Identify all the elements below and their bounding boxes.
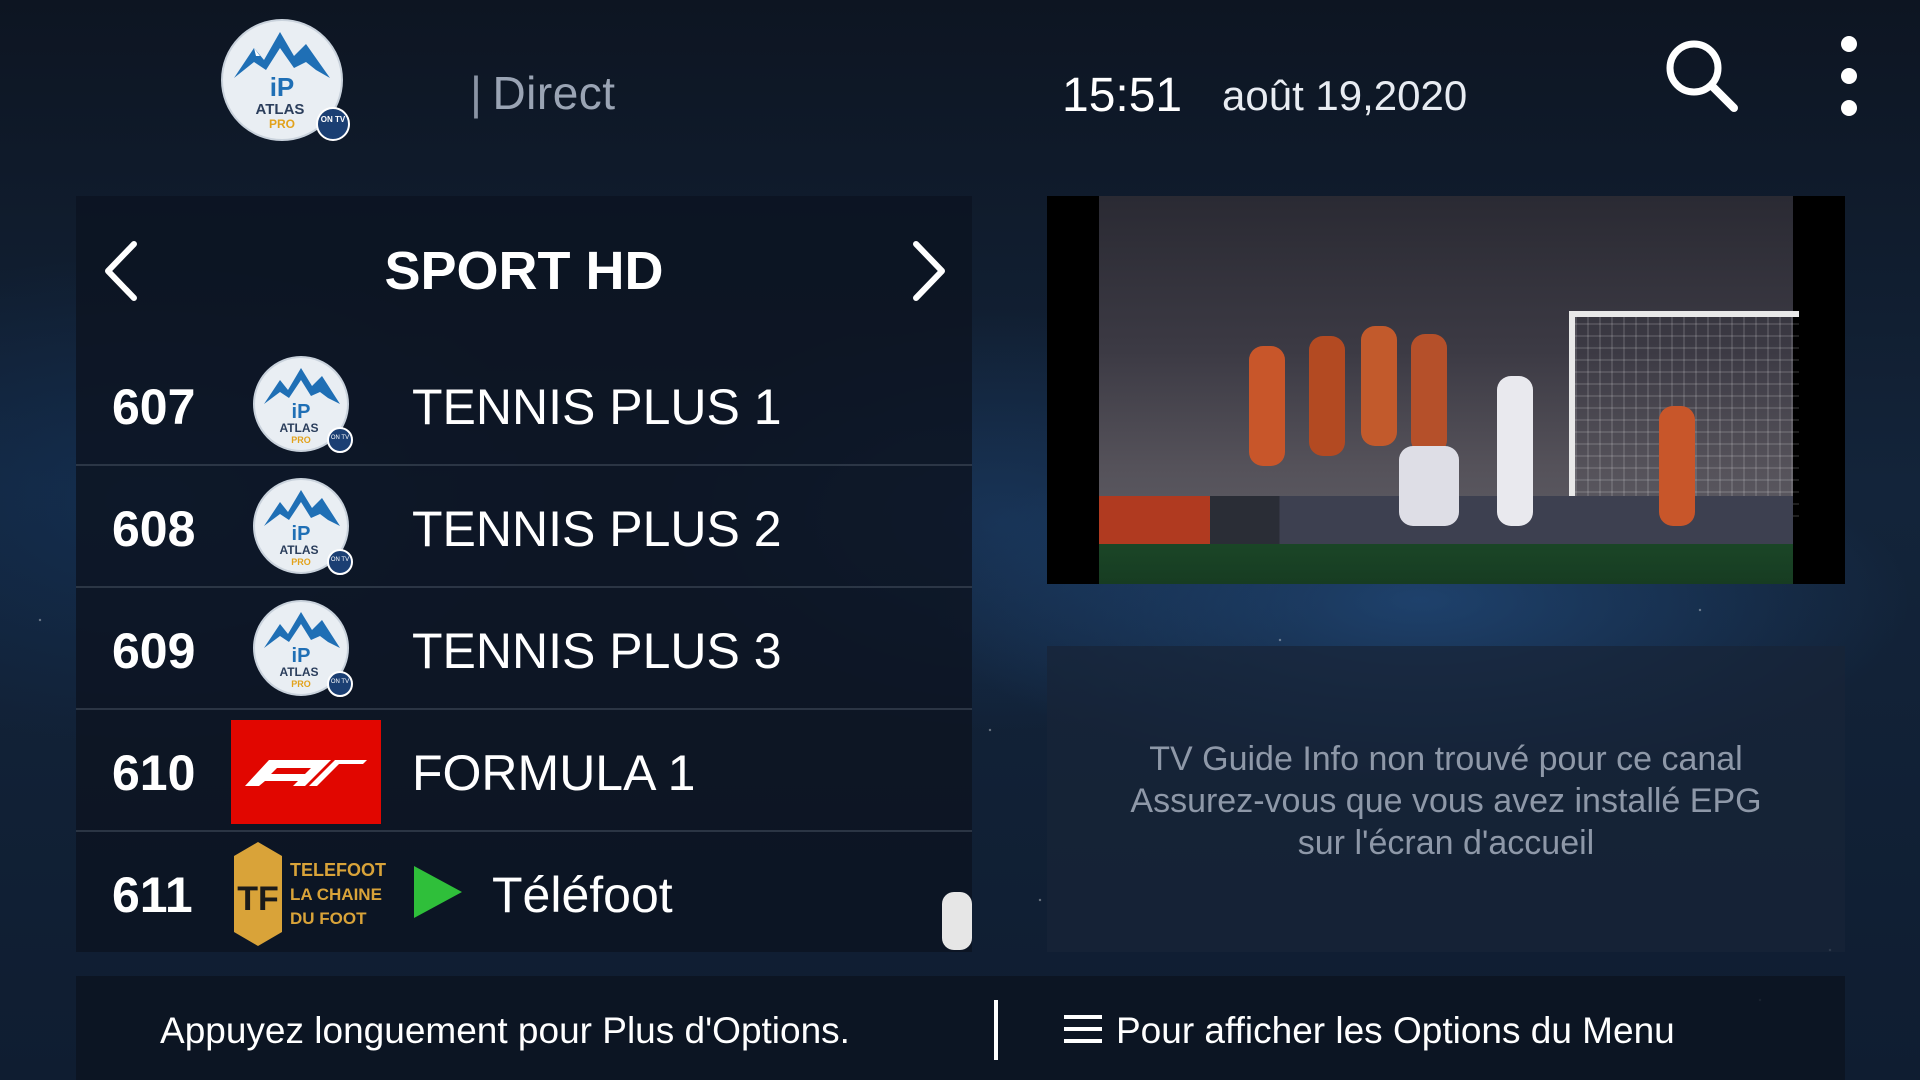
search-icon[interactable]: [1660, 36, 1740, 116]
svg-text:iP: iP: [292, 401, 311, 423]
epg-info-box: TV Guide Info non trouvé pour ce canal A…: [1047, 646, 1845, 952]
player-graphic: [1399, 446, 1459, 526]
atlas-pro-channel-logo-icon: iP ATLAS PRO ON TV: [253, 356, 353, 453]
channel-name: TENNIS PLUS 2: [412, 501, 782, 557]
channel-row[interactable]: 610 FORMULA 1: [76, 710, 972, 832]
svg-text:iP: iP: [292, 523, 311, 545]
svg-text:TF: TF: [237, 880, 279, 918]
play-icon: [414, 866, 462, 918]
atlas-pro-channel-logo-icon: iP ATLAS PRO ON TV: [253, 600, 353, 697]
channel-group-header: SPORT HD: [76, 196, 972, 344]
video-content: [1099, 196, 1799, 584]
channel-name: Téléfoot: [492, 867, 673, 923]
channel-number: 608: [112, 501, 196, 557]
menu-icon: [1064, 1015, 1102, 1043]
channel-name: TENNIS PLUS 3: [412, 623, 782, 679]
channel-row[interactable]: 608 iP ATLAS PRO ON TV TENNIS PLUS 2: [76, 466, 972, 588]
player-graphic: [1659, 406, 1695, 526]
atlas-pro-channel-logo-icon: iP ATLAS PRO ON TV: [253, 478, 353, 575]
channel-number: 609: [112, 623, 196, 679]
channel-row-playing[interactable]: 611 TF TELEFOOT LA CHAINE DU FOOT Téléfo…: [76, 832, 972, 952]
epg-line: Assurez-vous que vous avez installé EPG: [1130, 782, 1762, 820]
svg-text:ON TV: ON TV: [321, 115, 346, 124]
epg-line: sur l'écran d'accueil: [1297, 824, 1595, 862]
player-graphic: [1249, 346, 1285, 466]
chevron-right-icon[interactable]: [902, 236, 952, 306]
svg-text:ON TV: ON TV: [331, 557, 349, 563]
f1-logo-icon: [231, 720, 381, 824]
svg-text:TELEFOOT: TELEFOOT: [290, 860, 386, 880]
footer-divider: [994, 1000, 998, 1060]
svg-text:ATLAS: ATLAS: [279, 421, 318, 435]
epg-line: TV Guide Info non trouvé pour ce canal: [1149, 740, 1743, 778]
svg-text:PRO: PRO: [291, 435, 311, 445]
svg-text:ON TV: ON TV: [331, 435, 349, 441]
section-label-text: Direct: [492, 67, 616, 119]
section-divider: |: [470, 67, 483, 119]
svg-text:ATLAS: ATLAS: [279, 665, 318, 679]
clock: 15:51: [1062, 69, 1183, 122]
date: août 19,2020: [1222, 72, 1468, 119]
channel-number: 607: [112, 379, 196, 435]
channel-number: 611: [112, 867, 193, 923]
telefoot-logo-icon: TF TELEFOOT LA CHAINE DU FOOT: [234, 842, 386, 946]
player-graphic: [1497, 376, 1533, 526]
svg-text:ATLAS: ATLAS: [256, 101, 305, 118]
app-screen: iP ATLAS PRO ON TV | Direct 15:51 août 19…: [0, 0, 1920, 1080]
atlas-pro-logo-icon: iP ATLAS PRO ON TV: [221, 19, 350, 141]
long-press-hint: Appuyez longuement pour Plus d'Options.: [160, 1010, 850, 1051]
svg-text:iP: iP: [270, 72, 295, 102]
svg-text:PRO: PRO: [291, 557, 311, 567]
svg-text:iP: iP: [292, 645, 311, 667]
player-graphic: [1361, 326, 1397, 446]
svg-text:ON TV: ON TV: [331, 679, 349, 685]
player-graphic: [1411, 334, 1447, 454]
footer-hint-bar: Appuyez longuement pour Plus d'Options. …: [76, 976, 1845, 1080]
svg-text:PRO: PRO: [291, 679, 311, 689]
player-graphic: [1309, 336, 1345, 456]
more-vertical-icon[interactable]: [1824, 34, 1874, 118]
channel-name: TENNIS PLUS 1: [412, 379, 782, 435]
channel-name: FORMULA 1: [412, 745, 696, 801]
channel-list-panel: SPORT HD 607 iP ATLAS PRO ON TV TENNIS P…: [76, 196, 972, 952]
svg-text:PRO: PRO: [269, 117, 295, 131]
svg-text:ATLAS: ATLAS: [279, 543, 318, 557]
channel-group-title: SPORT HD: [384, 241, 664, 301]
epg-message: TV Guide Info non trouvé pour ce canal A…: [1047, 738, 1845, 864]
channel-row[interactable]: 609 iP ATLAS PRO ON TV TENNIS PLUS 3: [76, 588, 972, 710]
video-preview[interactable]: [1047, 196, 1845, 584]
channel-number: 610: [112, 745, 196, 801]
channel-row[interactable]: 607 iP ATLAS PRO ON TV TENNIS PLUS 1: [76, 344, 972, 466]
svg-text:LA CHAINE: LA CHAINE: [290, 885, 382, 904]
scrollbar-thumb[interactable]: [942, 892, 972, 950]
menu-options-hint: Pour afficher les Options du Menu: [1116, 1010, 1675, 1051]
svg-text:DU FOOT: DU FOOT: [290, 909, 367, 928]
section-label: | Direct: [470, 66, 616, 120]
